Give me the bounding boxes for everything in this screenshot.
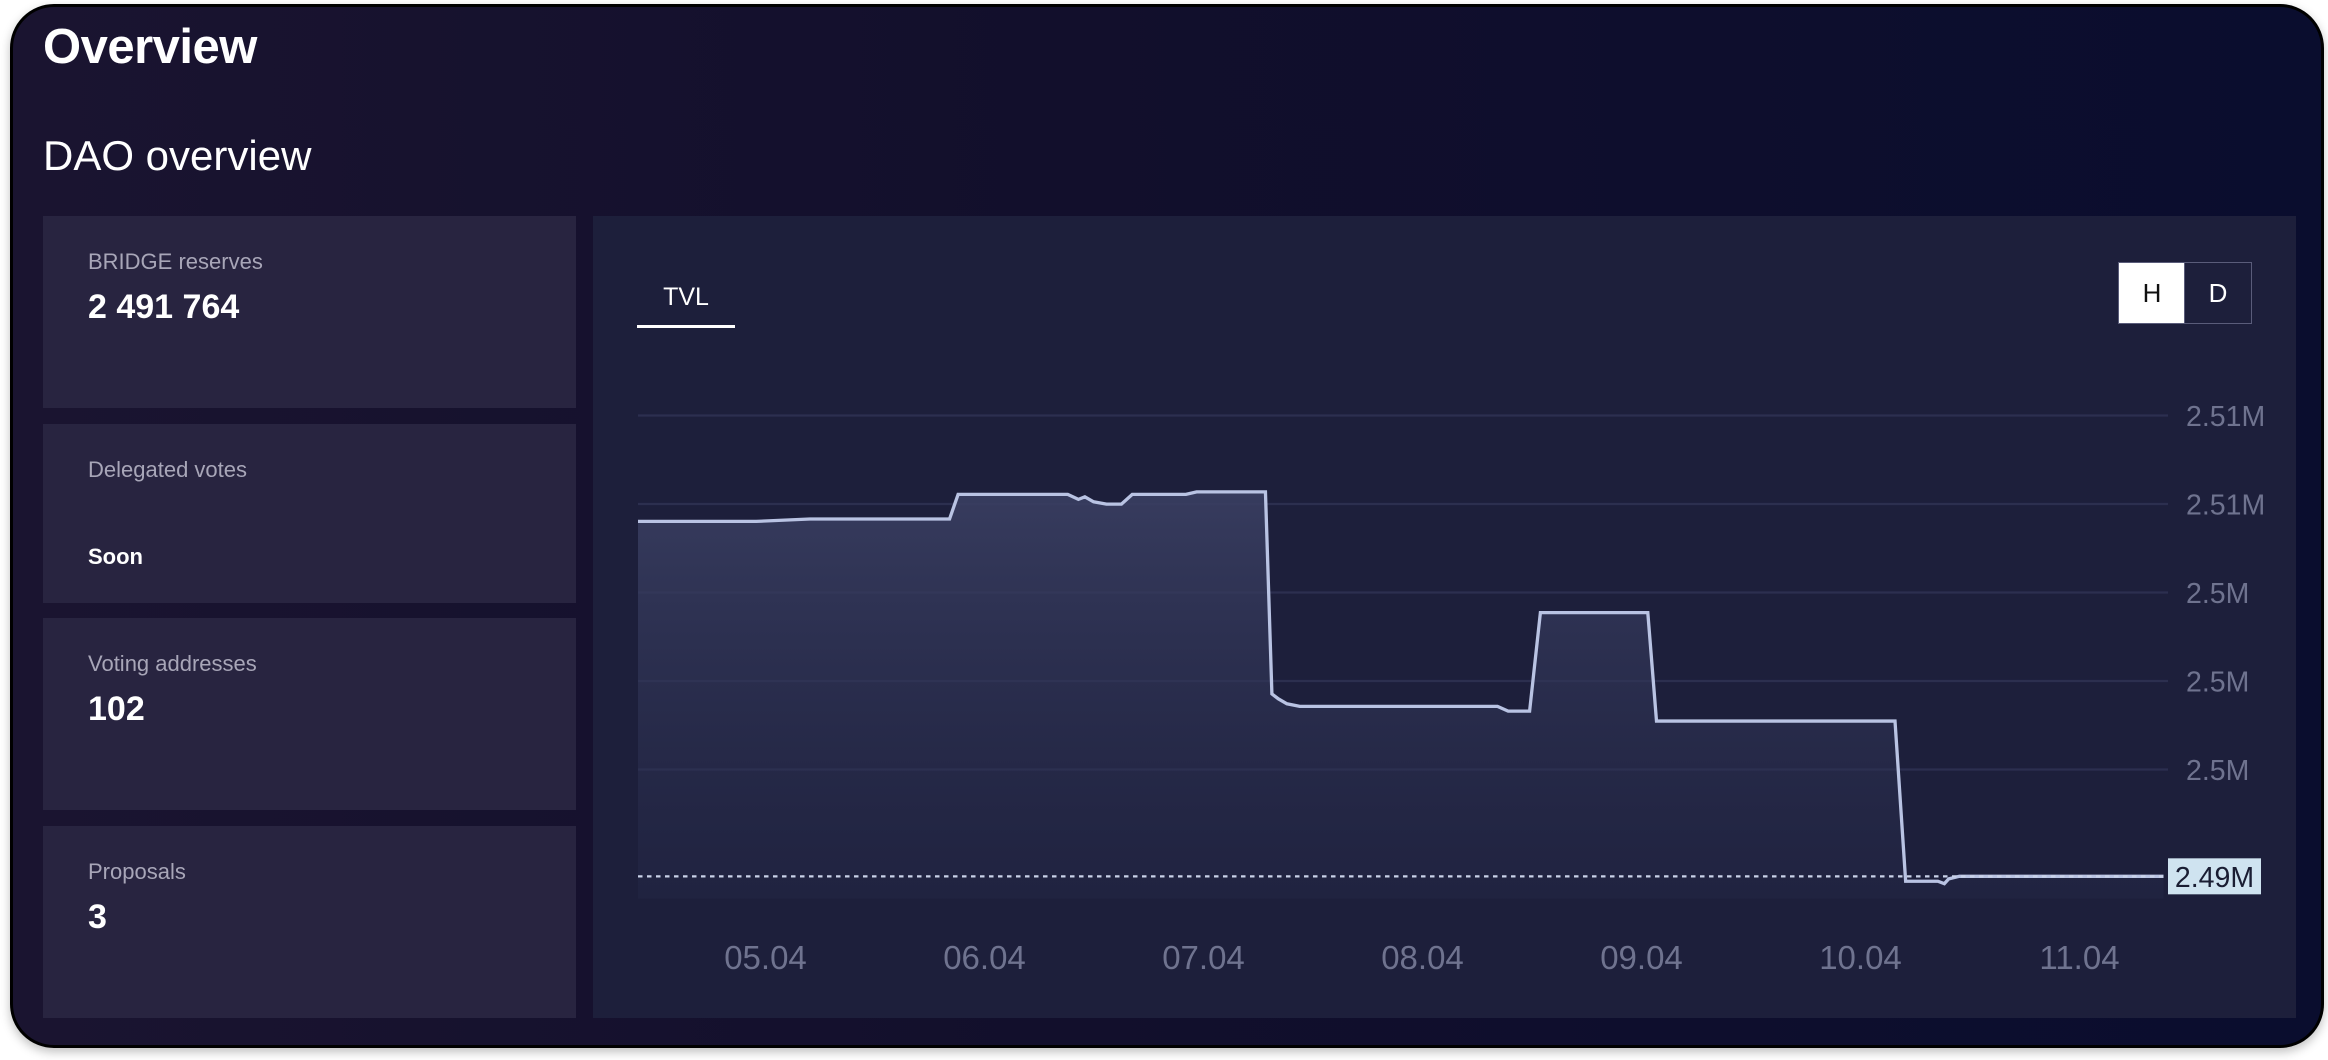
stat-value: 2 491 764 bbox=[88, 288, 240, 326]
tvl-area bbox=[638, 491, 2164, 899]
toggle-daily-button[interactable]: D bbox=[2184, 262, 2252, 324]
y-tick-label: 2.51M bbox=[2186, 401, 2265, 433]
stat-label: Proposals bbox=[88, 859, 186, 884]
stat-value: 3 bbox=[88, 898, 107, 936]
toggle-hourly-button[interactable]: H bbox=[2118, 262, 2186, 324]
x-tick-label: 10.04 bbox=[1819, 939, 1902, 976]
tvl-chart: 2.51M 2.51M 2.5M 2.5M 2.5M 05.04 06.04 07.04 08.… bbox=[638, 401, 2265, 976]
overview-window: Overview DAO overview BRIDGE reserves 2 … bbox=[10, 4, 2324, 1048]
page-title: Overview bbox=[43, 20, 257, 74]
x-tick-label: 07.04 bbox=[1162, 939, 1245, 976]
y-tick-label: 2.5M bbox=[2186, 578, 2249, 610]
tab-tvl[interactable]: TVL bbox=[637, 276, 735, 328]
x-tick-label: 08.04 bbox=[1381, 939, 1464, 976]
stat-value: 102 bbox=[88, 690, 145, 728]
x-tick-label: 11.04 bbox=[2039, 939, 2119, 976]
stat-value: Soon bbox=[88, 544, 143, 569]
stat-label: Delegated votes bbox=[88, 457, 247, 482]
stat-label: BRIDGE reserves bbox=[88, 249, 263, 274]
y-tick-label: 2.5M bbox=[2186, 755, 2249, 787]
stat-card-bridge-reserves: BRIDGE reserves 2 491 764 bbox=[43, 216, 576, 408]
section-title: DAO overview bbox=[43, 132, 312, 179]
tvl-chart-panel: 2.51M 2.51M 2.5M 2.5M 2.5M 05.04 06.04 07.04 08.… bbox=[593, 216, 2296, 1018]
stat-card-voting-addresses: Voting addresses 102 bbox=[43, 618, 576, 810]
y-tick-label: 2.51M bbox=[2186, 490, 2265, 522]
x-tick-label: 05.04 bbox=[724, 939, 807, 976]
stat-label: Voting addresses bbox=[88, 651, 257, 676]
chart-plot-group: 2.51M 2.51M 2.5M 2.5M 2.5M 05.04 06.04 07.04 08.… bbox=[638, 401, 2265, 976]
x-tick-label: 06.04 bbox=[943, 939, 1026, 976]
x-tick-label: 09.04 bbox=[1600, 939, 1683, 976]
stat-card-delegated-votes: Delegated votes Soon bbox=[43, 424, 576, 603]
y-tick-label: 2.5M bbox=[2186, 667, 2249, 699]
stat-card-proposals: Proposals 3 bbox=[43, 826, 576, 1018]
current-value-label: 2.49M bbox=[2175, 862, 2254, 894]
